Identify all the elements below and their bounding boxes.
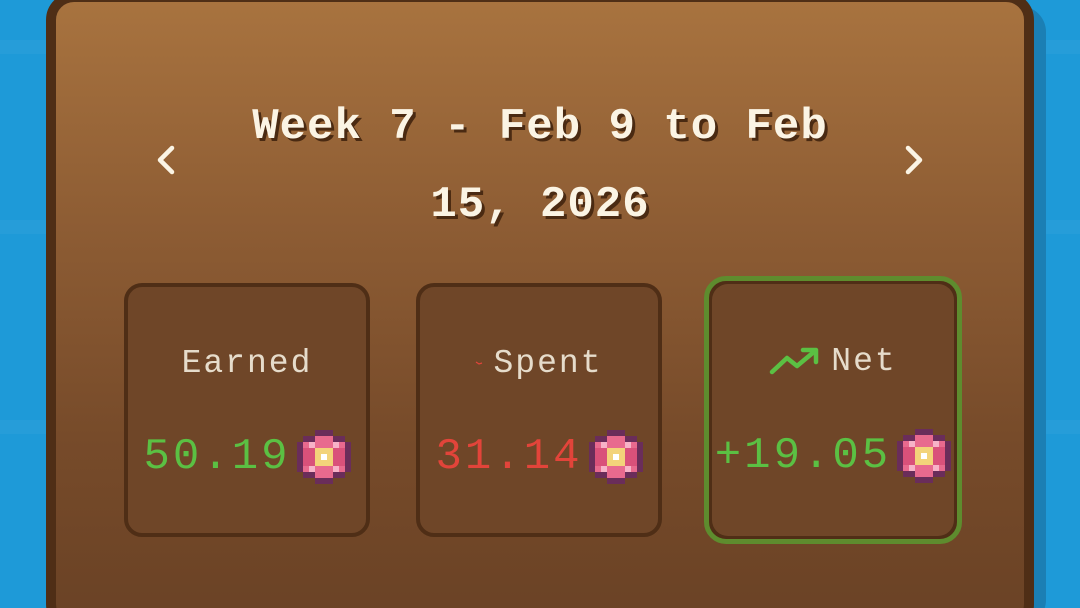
net-label-row: Net (712, 341, 954, 381)
chevron-right-icon (905, 145, 923, 175)
earned-value: 50.19 (143, 432, 291, 482)
net-card: Net +19.05 (704, 276, 962, 544)
net-value-row: +19.05 (712, 424, 954, 488)
spent-value-row: 31.14 (420, 425, 658, 489)
trend-up-icon (770, 347, 819, 375)
earned-value-row: 50.19 (128, 425, 366, 489)
net-label: Net (831, 342, 897, 380)
earned-card: Earned 50.19 (124, 283, 370, 537)
earned-label: Earned (181, 344, 313, 382)
spent-value: 31.14 (435, 432, 583, 482)
next-week-button[interactable] (894, 140, 934, 180)
spent-label: Spent (493, 344, 603, 382)
prev-week-button[interactable] (146, 140, 186, 180)
flower-icon (296, 430, 351, 484)
flower-icon (588, 430, 643, 484)
earned-label-row: Earned (128, 343, 366, 383)
trend-down-icon (476, 361, 483, 365)
spent-label-row: Spent (420, 343, 658, 383)
net-value: +19.05 (714, 431, 892, 481)
week-title: Week 7 - Feb 9 to Feb 15, 2026 (252, 102, 828, 230)
chevron-left-icon (157, 145, 175, 175)
flower-icon (897, 429, 952, 483)
spent-card: Spent 31.14 (416, 283, 662, 537)
net-card-inner: Net +19.05 (712, 284, 954, 536)
